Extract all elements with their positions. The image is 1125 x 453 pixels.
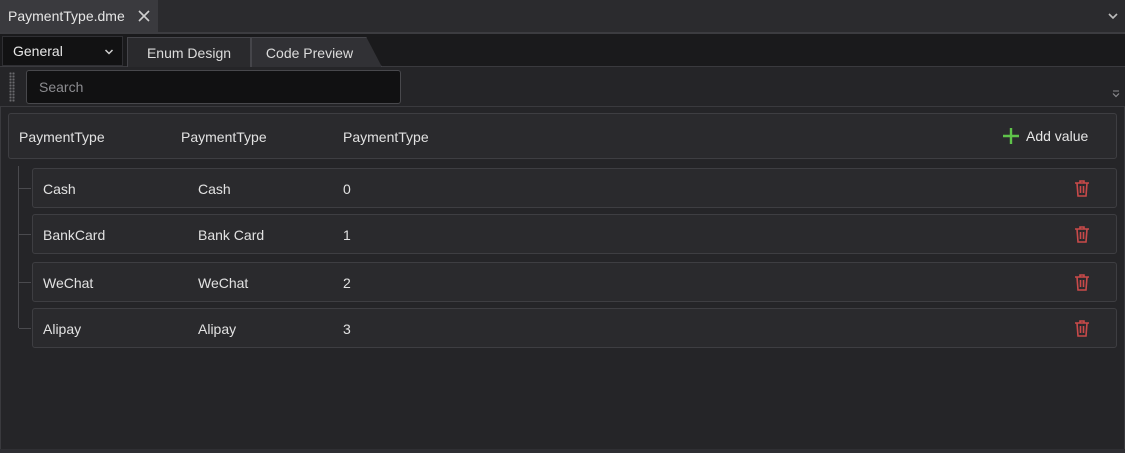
tab-enum-design[interactable]: Enum Design — [127, 37, 251, 67]
tree-branch — [19, 188, 31, 189]
trash-icon[interactable] — [1073, 179, 1091, 198]
row-name[interactable]: Alipay — [43, 321, 81, 337]
row-name[interactable]: BankCard — [43, 227, 105, 243]
tab-code-preview[interactable]: Code Preview — [251, 37, 382, 67]
chevron-down-icon — [104, 49, 114, 55]
row-value[interactable]: 2 — [343, 275, 351, 291]
row-name[interactable]: WeChat — [43, 275, 93, 291]
row-value[interactable]: 1 — [343, 227, 351, 243]
chevron-down-icon[interactable] — [1107, 10, 1119, 22]
table-row[interactable]: BankCard Bank Card 1 — [19, 214, 1117, 254]
table-header: PaymentType PaymentType PaymentType Add … — [8, 113, 1117, 159]
tree-connector — [18, 166, 19, 328]
document-tab-title: PaymentType.dme — [8, 8, 125, 24]
trash-icon[interactable] — [1073, 225, 1091, 244]
category-select[interactable]: General — [2, 36, 123, 66]
row-display-name[interactable]: Bank Card — [198, 227, 264, 243]
table-row[interactable]: WeChat WeChat 2 — [19, 262, 1117, 302]
toolbar-overflow-icon[interactable] — [1111, 89, 1121, 99]
close-icon[interactable] — [137, 9, 151, 23]
row-name[interactable]: Cash — [43, 181, 76, 197]
plus-icon — [1003, 128, 1019, 144]
drag-grip-icon[interactable] — [9, 72, 15, 102]
column-header-display: PaymentType — [181, 129, 267, 145]
table-row[interactable]: Cash Cash 0 — [19, 168, 1117, 208]
add-value-button[interactable]: Add value — [1002, 123, 1088, 149]
column-header-value: PaymentType — [343, 129, 429, 145]
row-display-name[interactable]: Cash — [198, 181, 231, 197]
enum-design-panel: PaymentType PaymentType PaymentType Add … — [0, 107, 1125, 453]
row-value[interactable]: 3 — [343, 321, 351, 337]
trash-icon[interactable] — [1073, 273, 1091, 292]
table-row[interactable]: Alipay Alipay 3 — [19, 308, 1117, 348]
document-tab[interactable]: PaymentType.dme — [0, 0, 158, 32]
row-display-name[interactable]: WeChat — [198, 275, 248, 291]
category-select-value: General — [13, 43, 63, 59]
panel-bottom-border — [0, 449, 1125, 453]
tab-label: Enum Design — [146, 44, 232, 61]
trash-icon[interactable] — [1073, 319, 1091, 338]
search-input[interactable] — [26, 70, 401, 104]
add-value-label: Add value — [1026, 128, 1089, 144]
row-value[interactable]: 0 — [343, 181, 351, 197]
tree-branch — [19, 234, 31, 235]
tree-branch — [19, 328, 31, 329]
column-header-name: PaymentType — [19, 129, 105, 145]
row-display-name[interactable]: Alipay — [198, 321, 236, 337]
search-toolbar — [0, 67, 1125, 107]
tree-branch — [19, 282, 31, 283]
editor-tab-bar: General Enum Design Code Preview — [0, 34, 1125, 67]
tab-label: Code Preview — [265, 44, 354, 61]
document-tab-strip: PaymentType.dme — [0, 0, 1125, 34]
